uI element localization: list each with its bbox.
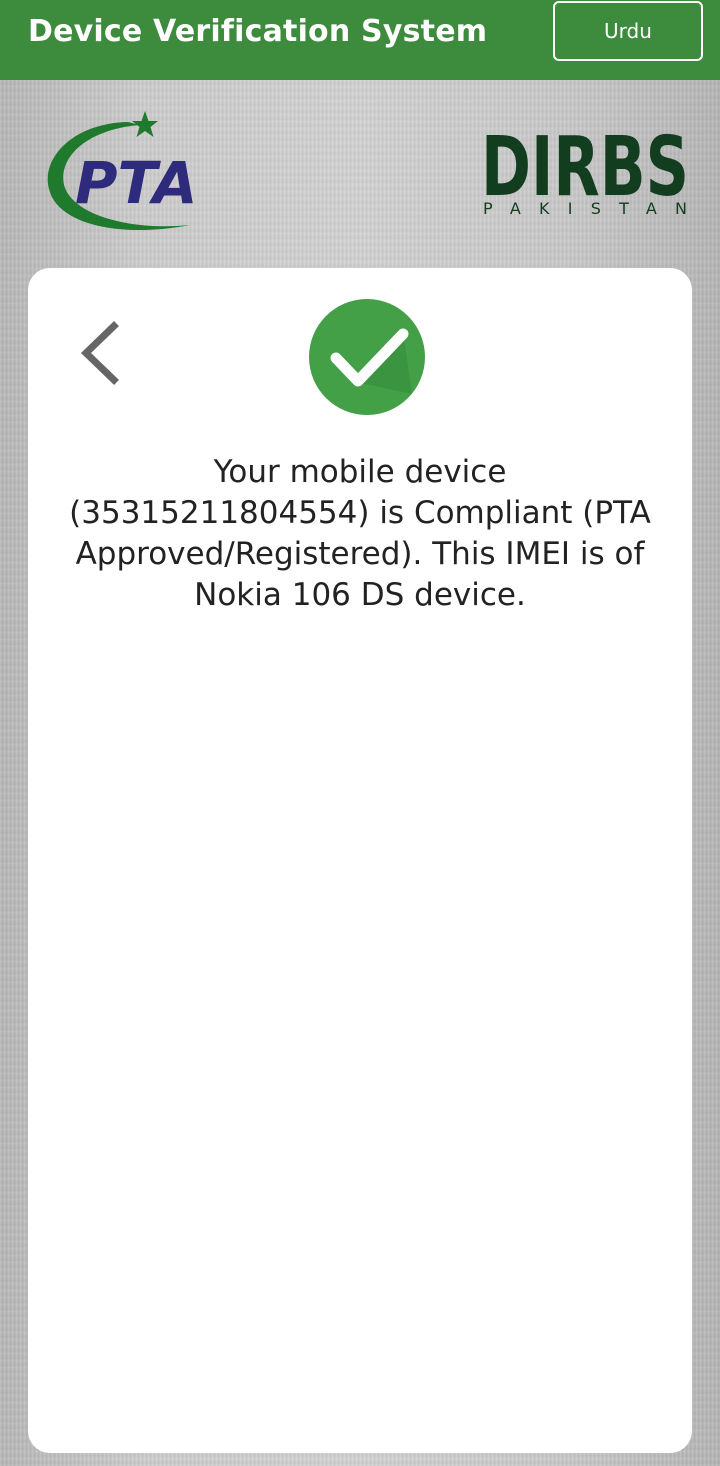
pta-logo-icon: PTA bbox=[40, 105, 240, 240]
result-card: Your mobile device (35315211804554) is C… bbox=[28, 268, 692, 1453]
chevron-left-icon bbox=[80, 321, 119, 385]
check-circle-icon bbox=[308, 298, 426, 416]
pta-logo-text: PTA bbox=[75, 149, 197, 217]
dirbs-logo-icon: DIRBS PAKISTAN bbox=[475, 120, 695, 222]
back-button[interactable] bbox=[76, 320, 126, 390]
app-title: Device Verification System bbox=[28, 14, 488, 49]
verification-message: Your mobile device (35315211804554) is C… bbox=[69, 454, 651, 613]
app-header: Device Verification System Urdu bbox=[0, 0, 720, 80]
urdu-language-button[interactable]: Urdu bbox=[553, 1, 703, 61]
